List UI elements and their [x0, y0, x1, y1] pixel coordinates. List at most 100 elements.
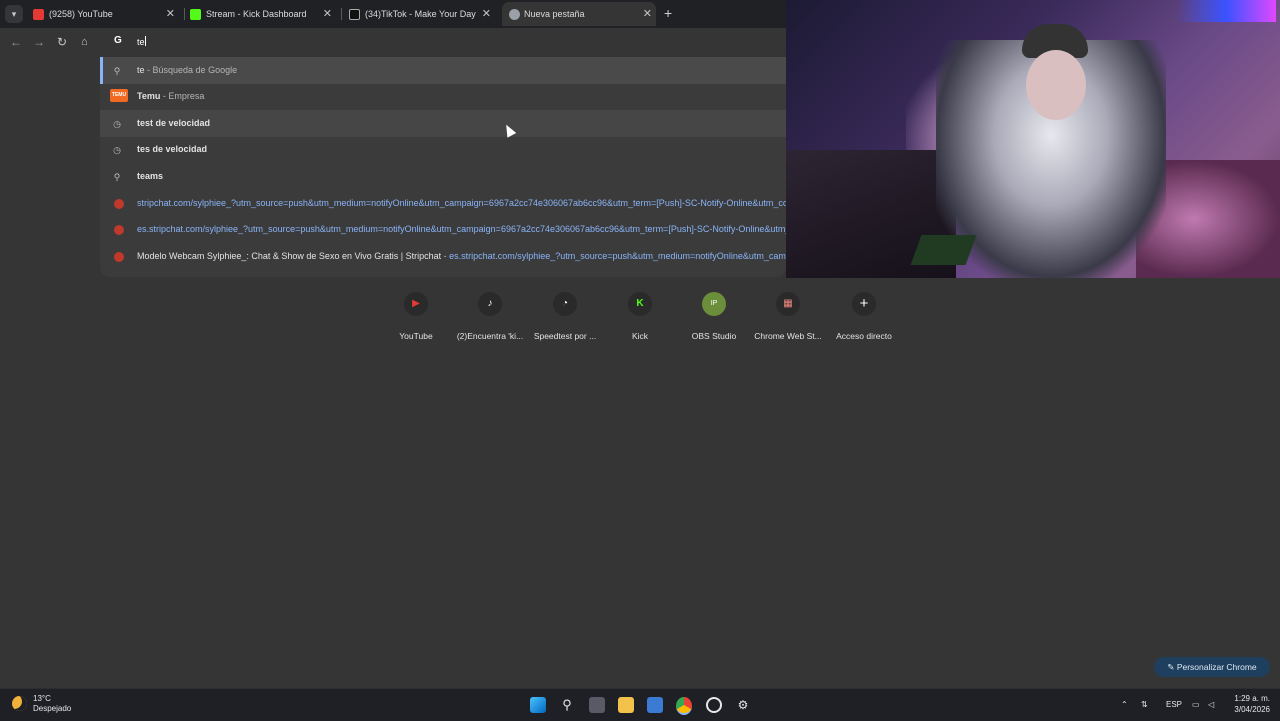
- suggestion-query: teams: [137, 171, 164, 181]
- temu-icon: TEMU: [110, 89, 128, 102]
- tab-new-tab[interactable]: Nueva pestaña ✕: [502, 2, 656, 26]
- tab-youtube[interactable]: (9258) YouTube ✕: [33, 2, 179, 26]
- tab-separator: [341, 8, 342, 20]
- suggestion-url: es.stripchat.com/sylphiee_?utm_source=pu…: [449, 251, 786, 261]
- shortcut-label: Speedtest por ...: [533, 331, 597, 341]
- stripchat-icon: [114, 199, 124, 209]
- customize-chrome-button[interactable]: ✎ Personalizar Chrome: [1154, 657, 1270, 677]
- tab-tiktok[interactable]: (34)TikTok - Make Your Day ✕: [349, 2, 495, 26]
- stripchat-icon: [114, 252, 124, 262]
- close-icon[interactable]: ✕: [323, 2, 332, 26]
- suggestion-separator: -: [441, 251, 450, 261]
- search-icon[interactable]: ⚲: [559, 697, 575, 713]
- suggestion-row[interactable]: ⚲ teams: [100, 163, 786, 190]
- task-view-icon[interactable]: [589, 697, 605, 713]
- shortcut-obs-studio[interactable]: IP OBS Studio: [677, 291, 751, 351]
- suggestion-url: stripchat.com/sylphiee_?utm_source=push&…: [137, 198, 786, 208]
- chrome-web-store-icon: ▦: [776, 292, 800, 316]
- tab-title: Stream - Kick Dashboard: [206, 9, 307, 19]
- obs-taskbar-icon[interactable]: [706, 697, 722, 713]
- close-icon[interactable]: ✕: [482, 2, 491, 26]
- volume-icon[interactable]: ◁: [1208, 699, 1214, 711]
- suggestion-query: Temu: [137, 91, 161, 101]
- omnibox-suggestions: ⚲ te - Búsqueda de Google TEMU Temu - Em…: [100, 57, 786, 277]
- omnibox-input[interactable]: te: [137, 36, 146, 47]
- obs-icon: IP: [702, 292, 726, 316]
- shortcut-label: Kick: [631, 331, 649, 341]
- network-icon[interactable]: ⇅: [1141, 699, 1148, 711]
- suggestion-row[interactable]: stripchat.com/sylphiee_?utm_source=push&…: [100, 190, 786, 217]
- suggestion-row[interactable]: ⚲ te - Búsqueda de Google: [100, 57, 786, 84]
- youtube-icon: [33, 9, 44, 20]
- history-icon: ◷: [113, 145, 121, 155]
- shortcut-add[interactable]: + Acceso directo: [827, 291, 901, 351]
- tab-title: (34)TikTok - Make Your Day: [365, 9, 476, 19]
- chrome-taskbar-icon[interactable]: [676, 697, 692, 715]
- customize-label: Personalizar Chrome: [1176, 662, 1257, 672]
- suggestion-description: Búsqueda de Google: [152, 65, 238, 75]
- shortcut-kick[interactable]: K Kick: [603, 291, 677, 351]
- clock-date: 3/04/2026: [1234, 705, 1270, 714]
- display-icon[interactable]: ▭: [1192, 699, 1200, 711]
- new-tab-plus-icon[interactable]: +: [664, 5, 672, 21]
- kick-icon: K: [628, 292, 652, 316]
- weather-widget[interactable]: 13°C Despejado: [33, 694, 71, 714]
- suggestion-query: test de velocidad: [137, 118, 211, 128]
- back-arrow-icon[interactable]: ←: [10, 34, 22, 50]
- suggestion-query: tes de velocidad: [137, 144, 208, 154]
- shortcut-label: YouTube: [399, 331, 433, 341]
- home-icon[interactable]: ⌂: [81, 34, 88, 50]
- tab-separator: [184, 8, 185, 20]
- weather-temperature: 13°C: [33, 694, 51, 703]
- suggestion-row[interactable]: es.stripchat.com/sylphiee_?utm_source=pu…: [100, 216, 786, 243]
- shortcut-label: Acceso directo: [836, 331, 892, 341]
- close-icon[interactable]: ✕: [643, 2, 652, 26]
- clock-time: 1:29 a. m.: [1234, 694, 1270, 703]
- forward-arrow-icon[interactable]: →: [33, 34, 45, 50]
- shortcut-youtube[interactable]: ▶ YouTube: [379, 291, 453, 351]
- tiktok-icon: [349, 9, 360, 20]
- history-icon: ◷: [113, 119, 121, 129]
- chrome-icon: [509, 9, 520, 20]
- text-caret: [144, 36, 146, 46]
- suggestion-row[interactable]: ◷ tes de velocidad: [100, 136, 786, 163]
- selected-indicator: [100, 57, 103, 84]
- suggestion-row[interactable]: TEMU Temu - Empresa: [100, 83, 786, 110]
- clock[interactable]: 1:29 a. m. 3/04/2026: [1226, 693, 1270, 715]
- windows-start-icon[interactable]: [530, 697, 546, 713]
- close-icon[interactable]: ✕: [166, 2, 175, 26]
- moon-weather-icon[interactable]: [12, 696, 27, 711]
- tiktok-icon: ♪: [478, 292, 502, 316]
- suggestion-separator: -: [144, 65, 153, 75]
- shortcut-label: OBS Studio: [691, 331, 737, 341]
- shortcut-tiktok[interactable]: ♪ (2)Encuentra 'ki...: [453, 291, 527, 351]
- search-icon: ⚲: [113, 66, 121, 76]
- tab-title: Nueva pestaña: [524, 9, 585, 19]
- google-g-icon: G: [114, 35, 122, 46]
- file-explorer-icon[interactable]: [618, 697, 634, 713]
- webcam-led-strip: [1176, 0, 1276, 22]
- stripchat-icon: [114, 225, 124, 235]
- chevron-up-icon[interactable]: ⌃: [1121, 699, 1128, 711]
- reload-icon[interactable]: ↻: [57, 34, 67, 50]
- weather-description: Despejado: [33, 704, 72, 713]
- suggestion-row[interactable]: ◷ test de velocidad: [100, 110, 786, 137]
- steam-icon[interactable]: ⚙: [735, 697, 751, 713]
- suggestion-query: te: [137, 65, 145, 75]
- omnibox-text: te: [137, 37, 145, 47]
- shortcut-speedtest[interactable]: ◔ Speedtest por ...: [528, 291, 602, 351]
- webcam-head: [1026, 50, 1086, 120]
- suggestion-row[interactable]: Modelo Webcam Sylphiee_: Chat & Show de …: [100, 243, 786, 270]
- shortcut-label: Chrome Web St...: [754, 331, 822, 341]
- suggestion-url: es.stripchat.com/sylphiee_?utm_source=pu…: [137, 224, 786, 234]
- tab-title: (9258) YouTube: [49, 9, 113, 19]
- webcam-overlay: [786, 0, 1280, 278]
- shortcut-chrome-web-store[interactable]: ▦ Chrome Web St...: [751, 291, 825, 351]
- language-indicator[interactable]: ESP: [1166, 699, 1182, 711]
- suggestion-description: Empresa: [168, 91, 205, 101]
- webcam-keyboard: [910, 235, 977, 265]
- tab-kick-dashboard[interactable]: Stream - Kick Dashboard ✕: [190, 2, 336, 26]
- pencil-icon: ✎: [1167, 662, 1177, 672]
- microsoft-store-icon[interactable]: [647, 697, 663, 713]
- tab-search-button[interactable]: ▾: [5, 5, 23, 23]
